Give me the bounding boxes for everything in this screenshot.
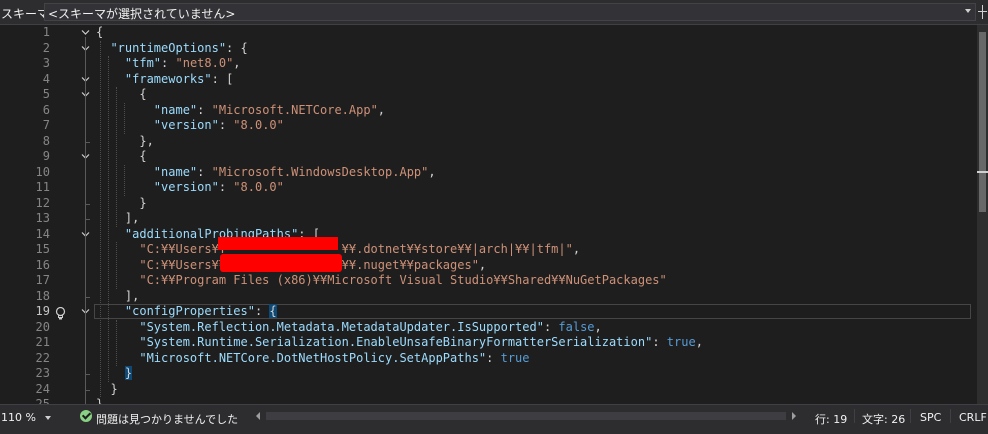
code-line: { bbox=[96, 25, 104, 39]
line-number: 21 bbox=[35, 335, 50, 349]
code-line: "runtimeOptions": { bbox=[110, 40, 248, 55]
line-number: 14 bbox=[35, 226, 50, 241]
code-line: "tfm": "net8.0", bbox=[124, 56, 241, 70]
line-number: 24 bbox=[35, 381, 50, 396]
code-line: "version": "8.0.0" bbox=[153, 180, 284, 194]
line-number: 10 bbox=[35, 164, 50, 179]
editor-status-bar: 110 % 問題は見つかりませんでした 行: 19 文字: 26 SPC CRL… bbox=[0, 404, 988, 434]
code-line: } bbox=[139, 195, 147, 210]
horizontal-scrollbar-thumb[interactable] bbox=[266, 412, 786, 420]
fold-range-end bbox=[85, 203, 90, 205]
fold-range-end bbox=[85, 374, 90, 375]
fold-range-line bbox=[85, 161, 86, 204]
schema-selected-value: <スキーマが選択されていません> bbox=[48, 7, 236, 21]
code-line: "C:¥¥Program Files (x86)¥¥Microsoft Visu… bbox=[139, 273, 667, 287]
code-line: "configProperties": { bbox=[124, 304, 277, 318]
code-line: "Microsoft.NETCore.DotNetHostPolicy.SetA… bbox=[139, 350, 530, 365]
line-number: 6 bbox=[42, 102, 50, 117]
line-number: 16 bbox=[35, 257, 50, 272]
code-line: "name": "Microsoft.WindowsDesktop.App", bbox=[153, 164, 436, 179]
schema-bar: スキーマ: <スキーマが選択されていません> bbox=[0, 0, 988, 25]
line-number: 1 bbox=[42, 25, 50, 39]
redaction-mark bbox=[220, 254, 342, 272]
scrollbar-caret-marker bbox=[977, 171, 988, 173]
code-line: { bbox=[139, 149, 147, 163]
collapse-icon[interactable] bbox=[81, 29, 90, 36]
fold-range-line bbox=[85, 238, 86, 297]
line-number: 4 bbox=[42, 71, 50, 86]
redaction-mark bbox=[218, 237, 338, 250]
divider bbox=[910, 409, 911, 423]
horizontal-scrollbar[interactable] bbox=[254, 409, 798, 423]
line-position[interactable]: 行: 19 bbox=[815, 411, 847, 427]
line-number: 9 bbox=[42, 149, 50, 163]
fold-range-line bbox=[85, 99, 86, 142]
code-line: } bbox=[110, 381, 118, 396]
scroll-left-icon[interactable] bbox=[256, 412, 260, 420]
code-line: "frameworks": [ bbox=[124, 71, 234, 86]
fold-range-end bbox=[85, 389, 90, 391]
fold-range-line bbox=[85, 316, 86, 374]
line-number: 23 bbox=[35, 366, 50, 380]
lightbulb-icon[interactable] bbox=[55, 305, 66, 320]
code-editor[interactable]: 1 2 3 4 5 6 7 8 9 10 11 12 13 14 15 16 17 18 19 20 21 22 23 24 2… bbox=[0, 25, 977, 404]
char-position[interactable]: 文字: 26 bbox=[862, 411, 905, 427]
scroll-right-icon[interactable] bbox=[792, 412, 796, 420]
line-number: 11 bbox=[35, 180, 50, 194]
code-line: "System.Reflection.Metadata.MetadataUpda… bbox=[139, 319, 602, 334]
line-number: 5 bbox=[42, 87, 50, 101]
code-line: ], bbox=[124, 211, 140, 225]
fold-range-end bbox=[85, 296, 90, 298]
code-line: { bbox=[139, 87, 147, 101]
divider bbox=[854, 409, 855, 423]
code-line: ], bbox=[124, 288, 140, 303]
line-number: 17 bbox=[35, 273, 50, 287]
code-line: } bbox=[124, 366, 133, 380]
chevron-down-icon[interactable] bbox=[45, 416, 51, 420]
line-number: 15 bbox=[35, 242, 50, 256]
schema-dropdown[interactable]: <スキーマが選択されていません> bbox=[44, 3, 976, 21]
code-line: "version": "8.0.0" bbox=[153, 118, 284, 132]
chevron-down-icon bbox=[965, 9, 971, 13]
split-editor-icon[interactable] bbox=[978, 5, 988, 19]
line-number: 22 bbox=[35, 350, 50, 365]
line-number: 13 bbox=[35, 211, 50, 225]
line-number: 3 bbox=[42, 56, 50, 70]
line-number: 20 bbox=[35, 319, 50, 334]
divider bbox=[950, 409, 951, 423]
line-number: 8 bbox=[42, 133, 50, 148]
fold-range-end bbox=[85, 141, 90, 143]
line-number: 19 bbox=[35, 304, 50, 318]
code-line: } bbox=[96, 397, 104, 404]
line-number: 2 bbox=[42, 40, 50, 55]
line-number: 12 bbox=[35, 195, 50, 210]
line-ending[interactable]: CRLF bbox=[959, 411, 987, 424]
issues-status[interactable]: 問題は見つかりませんでした bbox=[96, 411, 238, 427]
zoom-level[interactable]: 110 % bbox=[1, 411, 36, 424]
line-number: 25 bbox=[35, 397, 50, 404]
code-line: "System.Runtime.Serialization.EnableUnsa… bbox=[139, 335, 703, 349]
line-number: 7 bbox=[42, 118, 50, 132]
code-line: "name": "Microsoft.NETCore.App", bbox=[153, 102, 386, 117]
vertical-scrollbar-thumb[interactable] bbox=[979, 32, 986, 212]
whitespace-mode[interactable]: SPC bbox=[920, 411, 941, 424]
code-line: }, bbox=[139, 133, 154, 148]
line-number: 18 bbox=[35, 288, 50, 303]
fold-range-end bbox=[85, 219, 90, 220]
check-circle-icon bbox=[80, 410, 92, 422]
